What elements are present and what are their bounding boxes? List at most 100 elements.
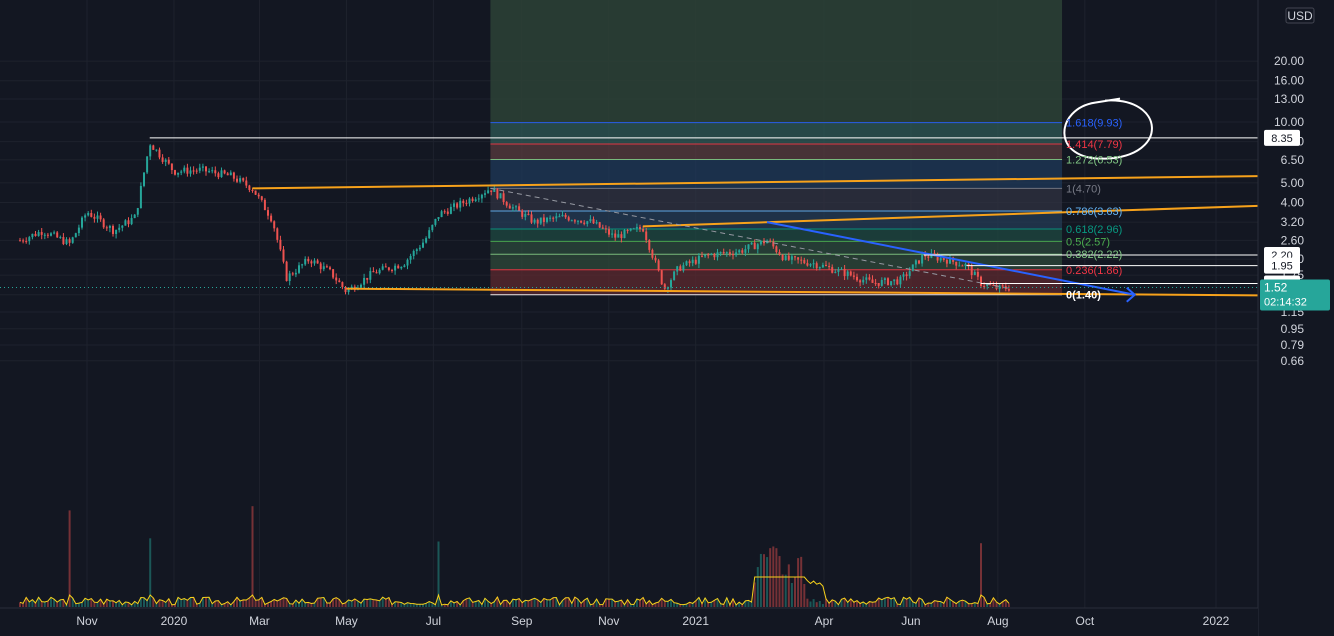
candle-body [25, 241, 28, 243]
price-axis[interactable]: 20.0016.0013.0010.008.006.505.004.003.20… [1257, 0, 1334, 636]
candle-body [1001, 285, 1004, 287]
volume-bar [515, 599, 518, 607]
candle-body [533, 219, 536, 223]
volume-bar [763, 554, 766, 607]
volume-bar [1007, 603, 1010, 607]
volume-bar [146, 600, 149, 607]
candle-body [304, 258, 307, 265]
candle-body [852, 275, 855, 277]
candle-body [914, 260, 917, 265]
candle-body [37, 232, 40, 236]
candle-body [77, 227, 80, 234]
candle-body [105, 227, 108, 229]
time-tick-label: Nov [598, 614, 619, 628]
candle-body [608, 229, 611, 235]
candle-body [400, 266, 403, 269]
candle-body [561, 214, 564, 217]
candle-body [149, 145, 152, 157]
currency-badge[interactable]: USD [1285, 7, 1315, 24]
time-axis[interactable]: Nov 2020 Mar May Jul Sep Nov 2021 Apr Jun Aug Oct 20… [0, 607, 1258, 636]
volume-bar [527, 600, 530, 607]
candle-body [313, 260, 316, 264]
candle-body [657, 260, 660, 271]
candle-body [242, 178, 245, 181]
candle-body [59, 237, 62, 239]
candle-body [539, 217, 542, 224]
candle-body [71, 237, 74, 243]
candle-body [87, 212, 90, 216]
candle-body [564, 214, 567, 218]
candle-body [710, 254, 713, 256]
candle-body [794, 256, 797, 258]
candle-body [905, 274, 908, 277]
candle-body [821, 264, 824, 268]
volume-bar [657, 602, 660, 607]
candle-body [177, 172, 180, 175]
volume-bar [781, 574, 784, 607]
candle-body [65, 239, 68, 245]
candle-body [623, 230, 626, 239]
candle-body [648, 239, 651, 250]
fib-label-0.618: 0.618(2.96) [1066, 224, 1122, 236]
candle-body [53, 232, 56, 234]
volume-bar [251, 506, 254, 607]
volume-bar [397, 602, 400, 607]
candle-body [112, 225, 115, 234]
candle-body [645, 231, 648, 240]
candle-body [797, 257, 800, 260]
candle-body [201, 166, 204, 168]
volume-bar [790, 582, 793, 607]
volume-bar [564, 597, 567, 607]
candle-body [790, 256, 793, 260]
candle [139, 182, 142, 209]
candle-body [552, 217, 555, 219]
candle-body [288, 273, 291, 281]
candle-body [521, 210, 524, 217]
candle-body [384, 266, 387, 268]
candle-body [474, 199, 477, 201]
time-tick-label: 2021 [682, 614, 709, 628]
candle-body [319, 263, 322, 270]
candle-body [449, 206, 452, 214]
candle-body [121, 225, 124, 228]
candle-body [325, 266, 328, 268]
candle-body [899, 276, 902, 285]
candle-body [831, 267, 834, 273]
volume-bar [183, 598, 186, 607]
candle-body [682, 265, 685, 271]
candle-body [815, 263, 818, 269]
candle-body [434, 219, 437, 225]
volume-bar [471, 602, 474, 607]
candle [254, 190, 257, 195]
candle-body [555, 216, 558, 219]
candle-body [883, 278, 886, 281]
volume-bar [766, 557, 769, 607]
candle-body [310, 261, 313, 264]
candle-body [756, 244, 759, 250]
candle-body [307, 258, 310, 262]
candle-body [81, 217, 84, 228]
candle-body [806, 263, 809, 266]
volume-bar [666, 601, 669, 607]
fib-label-0.382: 0.382(2.22) [1066, 249, 1122, 261]
volume-bar [276, 600, 279, 607]
candle-body [480, 194, 483, 199]
volume-bar [769, 548, 772, 607]
candle-body [781, 254, 784, 261]
price-tick-label: 20.00 [1274, 54, 1304, 68]
price-chart[interactable]: 0(1.40)0.236(1.86)0.382(2.22)0.5(2.57)0.… [0, 0, 1334, 636]
volume-bar [248, 597, 251, 607]
candle [152, 144, 155, 150]
price-tick-label: 13.00 [1274, 92, 1304, 106]
candle-body [366, 277, 369, 280]
candle-body [428, 230, 431, 239]
candle-body [834, 271, 837, 273]
candle-body [688, 261, 691, 264]
candle-body [294, 272, 297, 275]
candle-body [511, 207, 514, 209]
candle-body [595, 222, 598, 224]
candle [911, 264, 914, 272]
candle-body [270, 215, 273, 222]
volume-bar [205, 597, 208, 607]
candle-body [567, 217, 570, 221]
